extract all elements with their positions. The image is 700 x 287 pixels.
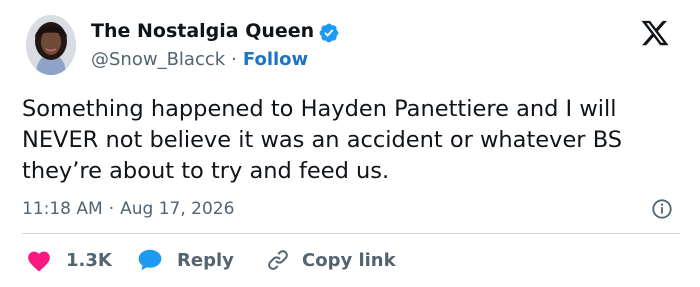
author-handle-line: @Snow_Blacck · Follow	[91, 47, 308, 73]
tweet-timestamp[interactable]: 11:18 AM · Aug 17, 2026	[22, 196, 234, 222]
link-icon	[268, 250, 288, 270]
like-count: 1.3K	[66, 249, 112, 271]
tweet-text: Something happened to Hayden Panettiere …	[22, 96, 623, 184]
author-handle[interactable]: @Snow_Blacck	[91, 49, 225, 70]
copy-link-label: Copy link	[302, 249, 396, 271]
verified-badge-icon	[319, 23, 339, 43]
handle-separator: ·	[231, 49, 237, 70]
reply-button[interactable]: Reply	[137, 245, 234, 275]
tweet-time[interactable]: 11:18 AM	[22, 199, 103, 219]
reply-label: Reply	[177, 249, 234, 271]
divider	[22, 233, 680, 234]
x-logo-icon[interactable]	[640, 18, 670, 48]
avatar[interactable]	[26, 15, 76, 75]
author-display-name[interactable]: The Nostalgia Queen	[91, 18, 314, 44]
timestamp-separator: ·	[108, 199, 115, 219]
heart-icon	[28, 251, 50, 272]
speech-bubble-icon	[138, 249, 162, 271]
tweet-date[interactable]: Aug 17, 2026	[120, 199, 234, 219]
info-icon[interactable]	[651, 198, 673, 220]
copy-link-button[interactable]: Copy link	[266, 245, 396, 275]
like-button[interactable]: 1.3K	[26, 245, 112, 275]
follow-button[interactable]: Follow	[243, 49, 308, 70]
